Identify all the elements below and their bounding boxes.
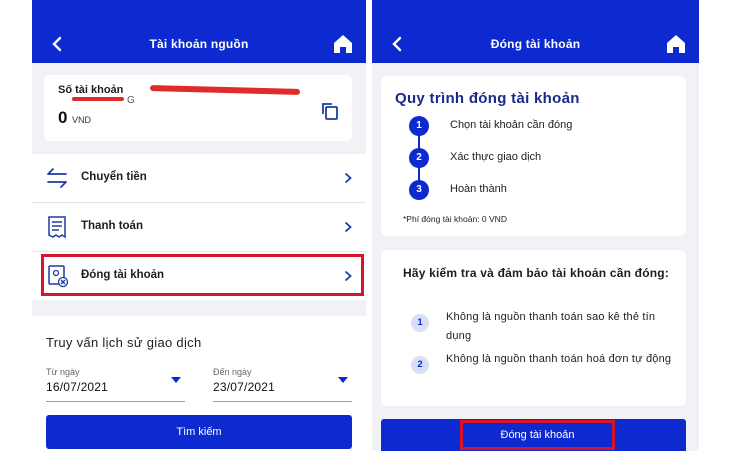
process-title: Quy trình đóng tài khoản (395, 90, 580, 107)
step-text: Hoàn thành (450, 183, 507, 195)
header: Tài khoản nguồn (32, 0, 366, 63)
chevron-right-icon (344, 221, 352, 233)
menu-item-transfer[interactable]: Chuyển tiền (32, 154, 366, 202)
process-step: 1 Chọn tài khoản cần đóng (381, 116, 686, 140)
account-balance: 0 (58, 108, 68, 127)
left-screen: Tài khoản nguồn Số tài khoản G 0 VND Chu… (32, 0, 366, 451)
process-step: 2 Xác thực giao dịch (381, 148, 686, 172)
menu-item-label: Chuyển tiền (81, 171, 147, 183)
fee-note: *Phí đóng tài khoản: 0 VND (403, 214, 507, 224)
account-number-label: Số tài khoản (58, 84, 124, 96)
search-button[interactable]: Tìm kiếm (46, 415, 352, 449)
checklist-text: Không là nguồn thanh toán hoá đơn tự độn… (446, 353, 672, 365)
step-number: 1 (409, 116, 429, 136)
menu-item-payment[interactable]: Thanh toán (32, 203, 366, 251)
header: Đóng tài khoản (372, 0, 699, 63)
redaction-mark (72, 97, 124, 101)
checklist-card: Hãy kiểm tra và đảm bảo tài khoản cần đó… (381, 250, 686, 406)
home-icon[interactable] (665, 33, 687, 55)
dropdown-arrow-icon (338, 377, 348, 383)
account-card: Số tài khoản G 0 VND (44, 75, 352, 141)
chevron-right-icon (344, 172, 352, 184)
highlight-close-account (41, 254, 364, 296)
checklist-number: 2 (411, 356, 429, 374)
home-icon[interactable] (332, 33, 354, 55)
history-query-title: Truy vấn lịch sử giao dịch (46, 335, 202, 350)
from-date-value: 16/07/2021 (46, 380, 109, 394)
checklist-text: Không là nguồn thanh toán sao kê thẻ tín… (446, 311, 656, 342)
close-account-button-label[interactable]: Đóng tài khoản (460, 420, 615, 450)
process-step: 3 Hoàn thành (381, 180, 686, 204)
checklist-number: 1 (411, 314, 429, 332)
page-title: Tài khoản nguồn (149, 37, 249, 51)
step-number: 3 (409, 180, 429, 200)
account-number: G (127, 95, 135, 106)
to-date-label: Đến ngày (213, 367, 252, 377)
currency-label: VND (72, 115, 92, 125)
history-query-panel: Truy vấn lịch sử giao dịch Từ ngày 16/07… (32, 316, 366, 451)
copy-icon[interactable] (320, 101, 340, 121)
step-text: Chọn tài khoản cần đóng (450, 119, 573, 131)
to-date-field[interactable]: Đến ngày 23/07/2021 (213, 367, 352, 402)
bill-icon (48, 216, 66, 239)
step-text: Xác thực giao dịch (450, 151, 542, 163)
menu-item-label: Thanh toán (81, 220, 143, 232)
transfer-icon (47, 168, 67, 188)
step-number: 2 (409, 148, 429, 168)
checklist-title: Hãy kiểm tra và đảm bảo tài khoản cần đó… (403, 266, 670, 280)
right-screen: Đóng tài khoản Quy trình đóng tài khoản … (372, 0, 699, 451)
to-date-value: 23/07/2021 (213, 380, 276, 394)
from-date-label: Từ ngày (46, 367, 80, 377)
process-card: Quy trình đóng tài khoản 1 Chọn tài khoả… (381, 76, 686, 236)
dropdown-arrow-icon (171, 377, 181, 383)
redaction-mark (149, 85, 301, 95)
page-title: Đóng tài khoản (490, 37, 581, 51)
from-date-field[interactable]: Từ ngày 16/07/2021 (46, 367, 185, 402)
